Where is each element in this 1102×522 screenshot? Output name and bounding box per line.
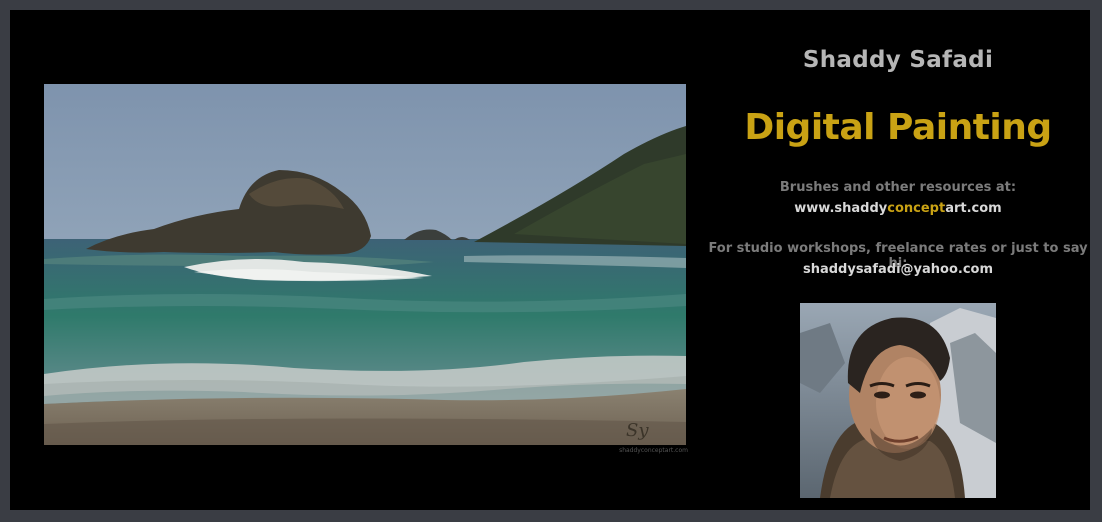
page-title: Digital Painting — [744, 107, 1052, 148]
website-link[interactable]: www.shaddyconceptart.com — [700, 201, 1096, 216]
website-link-highlight: concept — [887, 201, 946, 216]
artist-name: Shaddy Safadi — [802, 47, 994, 73]
painting-watermark: shaddyconceptart.com — [619, 447, 688, 454]
painting-signature: Sy — [626, 420, 649, 441]
artist-portrait-photo — [800, 303, 996, 498]
seascape-painting: Sy — [44, 84, 686, 445]
page-frame: Sy shaddyconceptart.com Shaddy Safadi Di… — [10, 10, 1090, 510]
website-link-part1: www.shaddy — [794, 201, 888, 216]
resources-label: Brushes and other resources at: — [779, 180, 1017, 195]
email-link[interactable]: shaddysafadi@yahoo.com — [700, 262, 1096, 277]
website-link-part2: art.com — [945, 201, 1002, 216]
